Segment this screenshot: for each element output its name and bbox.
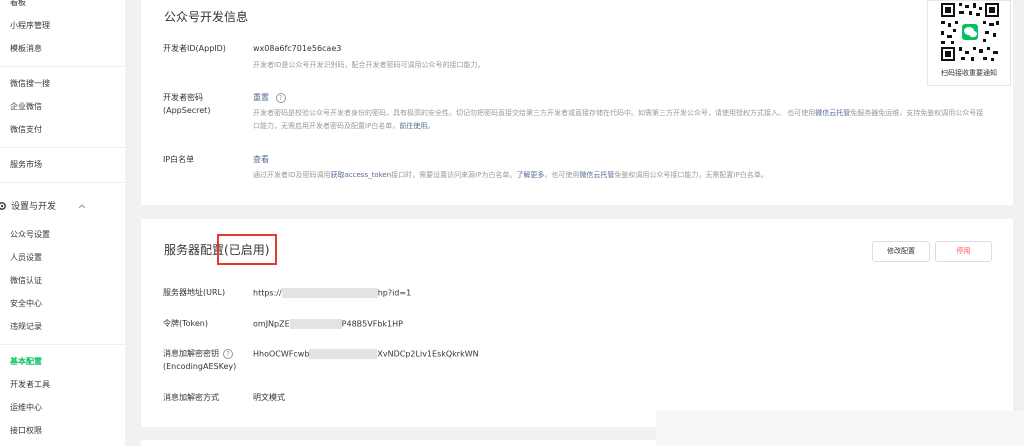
appsecret-description: 开发者密码是校验公众号开发者身份的密码，具有极高的安全性。切记勿把密码直接交给第…	[253, 107, 988, 133]
sidebar-group-label: 设置与开发	[11, 202, 57, 212]
aeskey-value: HhoOCWFcwb XvNDCp2Liv1EskQkrkWN	[253, 349, 479, 359]
url-value: https:// hp?id=1	[253, 288, 411, 298]
sidebar-item-account-settings[interactable]: 公众号设置	[10, 229, 50, 240]
sidebar-divider	[0, 147, 125, 148]
aeskey-suffix: XvNDCp2Liv1EskQkrkWN	[377, 349, 479, 359]
sidebar-divider	[0, 182, 125, 183]
redacted-blur	[289, 319, 342, 329]
server-config-card: 服务器配置(已启用) 修改配置 停用 服务器地址(URL) https://hp…	[141, 219, 1013, 427]
sidebar-item-basic-config[interactable]: 基本配置	[10, 356, 42, 367]
sidebar: 看板 小程序管理 模板消息 微信搜一搜 企业微信 微信支付 服务市场 设置与开发…	[0, 0, 125, 446]
sidebar-item-dashboard[interactable]: 看板	[10, 0, 26, 8]
modify-config-button[interactable]: 修改配置	[872, 241, 930, 262]
ip-whitelist-description: 通过开发者ID及密码调用获取access_token接口时，需要设置访问来源IP…	[253, 169, 768, 182]
appid-description: 开发者ID是公众号开发识别码，配合开发者密码可调用公众号的接口能力。	[253, 61, 485, 69]
access-token-link[interactable]: 获取access_token	[330, 171, 391, 179]
sidebar-item-security-center[interactable]: 安全中心	[10, 298, 42, 309]
help-icon[interactable]: ?	[275, 92, 286, 103]
sidebar-divider	[0, 344, 125, 345]
cloud-hosting-link[interactable]: 微信云托管	[815, 109, 850, 117]
sidebar-item-template-message[interactable]: 模板消息	[10, 43, 42, 54]
reset-secret-link[interactable]: 重置	[253, 93, 269, 102]
redacted-blur	[309, 349, 378, 359]
appid-label: 开发者ID(AppID)	[163, 44, 226, 53]
disable-button[interactable]: 停用	[935, 241, 992, 262]
cloud-hosting-link-2[interactable]: 微信云托管	[579, 171, 614, 179]
view-ip-whitelist-link[interactable]: 查看	[253, 154, 269, 165]
token-value: omJNpZE P48B5VFbk1HP	[253, 319, 403, 329]
token-label: 令牌(Token)	[163, 319, 209, 328]
ip-desc-text-2: 接口时，需要设置访问来源IP为白名单。	[391, 171, 517, 179]
url-suffix: hp?id=1	[377, 288, 412, 298]
sidebar-item-service-market[interactable]: 服务市场	[10, 159, 42, 170]
ip-desc-text-3: 。也可使用	[544, 171, 580, 179]
server-config-title-text: 服务器配置	[164, 243, 225, 257]
aeskey-label: 消息加解密密钥? (EncodingAESKey)	[163, 347, 236, 373]
gear-icon	[0, 201, 6, 210]
highlight-box	[217, 234, 277, 265]
ip-desc-text: 通过开发者ID及密码调用	[253, 171, 331, 179]
ip-whitelist-label: IP白名单	[163, 155, 195, 164]
sidebar-group-settings-dev[interactable]: 设置与开发	[0, 199, 86, 212]
sidebar-item-ops-center[interactable]: 运维中心	[10, 402, 42, 413]
go-use-link[interactable]: 前往使用。	[399, 122, 434, 130]
watermark-overlay	[656, 411, 1024, 446]
ip-desc-text-4: 免鉴权调用公众号接口能力，无需配置IP白名单。	[614, 171, 768, 179]
token-prefix: omJNpZE	[253, 319, 290, 329]
sidebar-item-miniprogram[interactable]: 小程序管理	[10, 20, 50, 31]
encryption-mode-label: 消息加解密方式	[163, 393, 219, 402]
aeskey-label-line1: 消息加解密密钥	[163, 349, 219, 358]
learn-more-link[interactable]: 了解更多	[516, 171, 544, 179]
aeskey-prefix: HhoOCWFcwb	[253, 349, 310, 359]
token-suffix: P48B5VFbk1HP	[341, 319, 403, 329]
sidebar-item-api-permissions[interactable]: 接口权限	[10, 425, 42, 436]
appid-value: wx08a6fc701e56cae3	[253, 44, 342, 53]
sidebar-item-member-settings[interactable]: 人员设置	[10, 252, 42, 263]
encryption-mode-value: 明文模式	[253, 393, 285, 402]
sidebar-item-violation-records[interactable]: 违规记录	[10, 321, 42, 332]
url-prefix: https://	[253, 288, 282, 298]
appsecret-desc-text: 开发者密码是校验公众号开发者身份的密码，具有极高的安全性。切记勿把密码直接交给第…	[253, 109, 816, 117]
sidebar-item-work-wechat[interactable]: 企业微信	[10, 101, 42, 112]
sidebar-item-wechat-pay[interactable]: 微信支付	[10, 124, 42, 135]
qr-code-panel: 扫码接收重要通知	[927, 0, 1011, 86]
sidebar-item-wechat-search[interactable]: 微信搜一搜	[10, 78, 50, 89]
appsecret-actions: 重置 ?	[253, 92, 286, 103]
url-label: 服务器地址(URL)	[163, 288, 226, 297]
redacted-blur	[281, 288, 378, 298]
sidebar-divider	[0, 66, 125, 67]
dev-info-card: 公众号开发信息 开发者ID(AppID) wx08a6fc701e56cae3 …	[141, 0, 1013, 205]
appsecret-label: 开发者密码(AppSecret)	[163, 93, 211, 115]
help-icon[interactable]: ?	[223, 348, 233, 359]
dev-info-title: 公众号开发信息	[164, 10, 249, 24]
qr-caption: 扫码接收重要通知	[941, 69, 997, 77]
chevron-up-icon	[78, 203, 86, 208]
sidebar-item-wechat-verification[interactable]: 微信认证	[10, 275, 42, 286]
aeskey-label-line2: (EncodingAESKey)	[163, 362, 237, 371]
sidebar-item-dev-tools[interactable]: 开发者工具	[10, 379, 50, 390]
qr-code-icon	[939, 1, 1001, 63]
